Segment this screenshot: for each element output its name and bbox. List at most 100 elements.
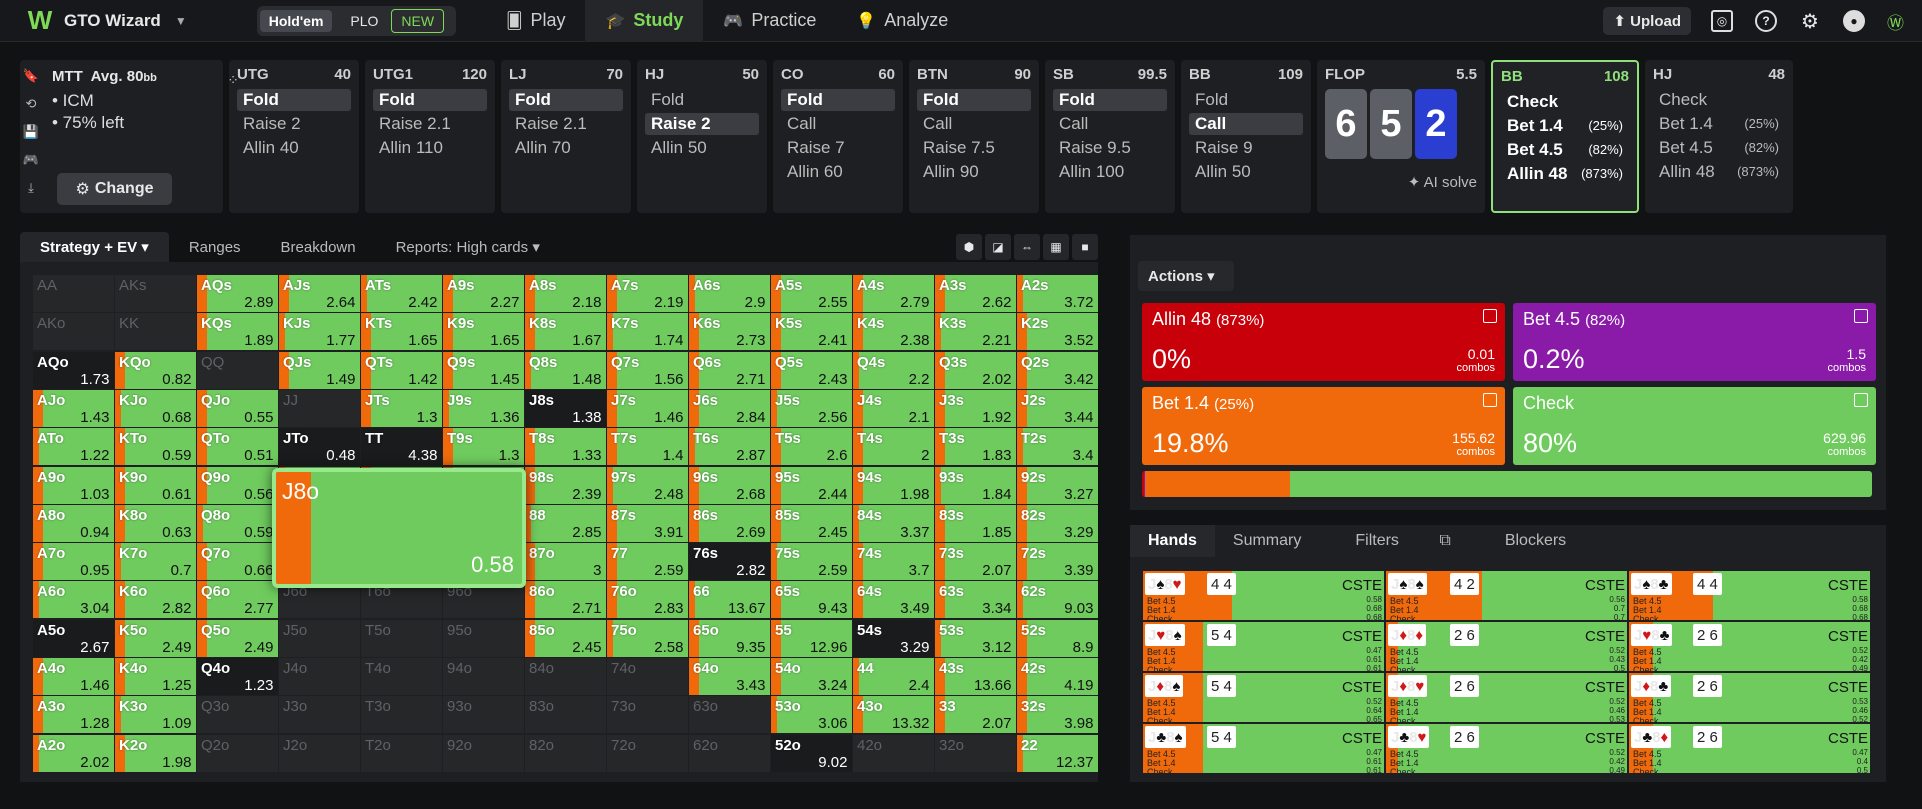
hand-cell[interactable]: 2.39 98s — [525, 466, 606, 504]
hand-cell[interactable]: 2.19 A7s — [607, 275, 688, 312]
hand-combo-cell[interactable]: J ♦ 8 ♣ 2 6 CSTE Bet 4.5 Bet 1.4 Check 0.53 0.46 0.… — [1629, 673, 1870, 722]
hand-cell[interactable]: 2.43 Q5s — [771, 351, 852, 389]
hand-cell[interactable]: Q2o — [197, 734, 278, 772]
position-action[interactable]: Call — [1189, 113, 1303, 135]
position-action[interactable]: Fold — [1053, 89, 1167, 111]
hand-combo-cell[interactable]: J ♦ 8 ♠ 5 4 CSTE Bet 4.5 Bet 1.4 Check 0.52 0.64 0.… — [1143, 673, 1384, 722]
hand-cell[interactable]: 2.2 Q4s — [853, 351, 934, 389]
flop-card[interactable]: FLOP 5.5 6 5 2 ✦ AI solve — [1317, 60, 1485, 213]
position-card-lj[interactable]: LJ 70 Fold Raise 2.1 Allin 70 — [501, 60, 631, 213]
hand-cell[interactable]: 1.98 94s — [853, 466, 934, 504]
hand-cell[interactable]: 1.92 J3s — [935, 389, 1016, 427]
hand-cell[interactable]: 1.22 ATo — [33, 428, 114, 466]
hand-cell[interactable]: 3.91 87s — [607, 504, 688, 542]
hand-cell[interactable]: 1.85 83s — [935, 504, 1016, 542]
hand-combo-cell[interactable]: J ♣ 8 ♥ 2 6 CSTE Bet 4.5 Bet 1.4 Check 0.52 0.42 0.… — [1386, 724, 1627, 773]
street-action[interactable]: Bet 4.5 (82%) — [1653, 137, 1785, 159]
street-action[interactable]: Check — [1501, 91, 1629, 113]
hand-cell[interactable]: 0.59 Q8o — [197, 504, 278, 542]
hand-cell[interactable]: 72o — [607, 734, 688, 772]
hand-cell[interactable]: 2.21 K3s — [935, 313, 1016, 351]
details-icon[interactable] — [1854, 393, 1868, 407]
hand-cell[interactable]: 13.67 66 — [689, 581, 770, 619]
hand-cell[interactable]: 1.28 A3o — [33, 696, 114, 734]
hand-cell[interactable]: 2.71 86o — [525, 581, 606, 619]
hand-cell[interactable]: 1.46 A4o — [33, 658, 114, 695]
hand-combo-cell[interactable]: J ♣ 8 ♠ 5 4 CSTE Bet 4.5 Bet 1.4 Check 0.47 0.61 0.… — [1143, 724, 1384, 773]
hand-cell[interactable]: 2.49 Q5o — [197, 619, 278, 657]
street-action[interactable]: Bet 1.4 (25%) — [1653, 113, 1785, 135]
position-action[interactable]: Raise 7 — [781, 137, 895, 159]
hand-cell[interactable]: 3.27 92s — [1017, 466, 1098, 504]
hand-combo-cell[interactable]: J ♣ 8 ♦ 2 6 CSTE Bet 4.5 Bet 1.4 Check 0.47 0.4 0.5 — [1629, 724, 1870, 773]
hand-cell[interactable]: 3.12 53s — [935, 619, 1016, 657]
details-icon[interactable] — [1483, 309, 1497, 323]
hand-cell[interactable]: 2.64 AJs — [279, 275, 360, 312]
hand-cell[interactable]: 9.02 52o — [771, 734, 852, 772]
hand-cell[interactable]: 2.18 A8s — [525, 275, 606, 312]
cube-icon[interactable]: ⬢ — [956, 234, 982, 260]
hand-cell[interactable]: 0.48 JTo — [279, 428, 360, 466]
position-action[interactable]: Call — [781, 113, 895, 135]
hand-combo-cell[interactable]: J ♠ 8 ♣ 4 4 CSTE Bet 4.5 Bet 1.4 Check 0.58 0.68 0.… — [1629, 571, 1870, 620]
hand-cell[interactable]: 2.41 K5s — [771, 313, 852, 351]
position-action[interactable]: Allin 100 — [1053, 161, 1167, 183]
hand-combo-cell[interactable]: J ♥ 8 ♣ 2 6 CSTE Bet 4.5 Bet 1.4 Check 0.52 0.42 0.… — [1629, 622, 1870, 671]
plo-toggle[interactable]: PLO NEW — [332, 8, 453, 33]
tab-reports[interactable]: Reports: High cards ▾ — [376, 232, 560, 262]
position-action[interactable]: Allin 110 — [373, 137, 487, 159]
hj-card[interactable]: HJ 48 Check Bet 1.4 (25%) Bet 4.5 (82%) Allin … — [1645, 60, 1793, 213]
position-action[interactable]: Raise 7.5 — [917, 137, 1031, 159]
hand-cell[interactable]: 0.66 Q7o — [197, 543, 278, 581]
action-box-bet-1-4[interactable]: Bet 1.4 (25%) 19.8% 155.62 combos — [1142, 387, 1505, 465]
hand-cell[interactable]: 92o — [443, 734, 524, 772]
hand-cell[interactable]: 0.55 QJo — [197, 389, 278, 427]
save-icon[interactable]: 💾 — [23, 124, 39, 140]
hand-cell[interactable]: 3.98 32s — [1017, 696, 1098, 734]
position-action[interactable]: Fold — [237, 89, 351, 111]
hand-cell[interactable]: 82o — [525, 734, 606, 772]
tab-blockers[interactable]: Blockers — [1487, 525, 1584, 557]
hand-cell[interactable]: J4o — [279, 658, 360, 695]
position-action[interactable]: Allin 70 — [509, 137, 623, 159]
hand-cell[interactable]: 1.4 T7s — [607, 428, 688, 466]
hand-cell[interactable]: 0.51 QTo — [197, 428, 278, 466]
hand-cell[interactable]: 2.82 K6o — [115, 581, 196, 619]
hand-cell[interactable]: 0.63 K8o — [115, 504, 196, 542]
hand-cell[interactable]: 2.07 33 — [935, 696, 1016, 734]
hand-cell[interactable]: T2o — [361, 734, 442, 772]
hand-cell[interactable]: 3.06 53o — [771, 696, 852, 734]
holdem-toggle[interactable]: Hold'em — [259, 9, 333, 32]
hand-cell[interactable]: 63o — [689, 696, 770, 734]
help-icon[interactable]: ? — [1755, 10, 1777, 32]
position-card-hj[interactable]: HJ 50 Fold Raise 2 Allin 50 — [637, 60, 767, 213]
hand-cell[interactable]: 2.45 85o — [525, 619, 606, 657]
hand-cell[interactable]: 2.87 T6s — [689, 428, 770, 466]
hand-cell[interactable]: 2.02 A2o — [33, 734, 114, 772]
hand-cell[interactable]: 3.7 74s — [853, 543, 934, 581]
hand-cell[interactable]: 2.6 T5s — [771, 428, 852, 466]
user-icon[interactable]: ● — [1843, 10, 1865, 32]
nav-practice[interactable]: 🎮 Practice — [703, 0, 836, 42]
hand-cell[interactable]: 0.7 K7o — [115, 543, 196, 581]
hand-combo-cell[interactable]: J ♦ 8 ♥ 2 6 CSTE Bet 4.5 Bet 1.4 Check 0.52 0.46 0.… — [1386, 673, 1627, 722]
contrast-icon[interactable]: ◪ — [985, 234, 1011, 260]
hand-cell[interactable]: 2.85 88 — [525, 504, 606, 542]
position-action[interactable]: Call — [1053, 113, 1167, 135]
chevron-down-icon[interactable]: ▼ — [175, 14, 187, 28]
hand-cell[interactable]: 2.44 95s — [771, 466, 852, 504]
hand-cell[interactable]: 2.83 76o — [607, 581, 688, 619]
hand-cell[interactable]: 1.65 KTs — [361, 313, 442, 351]
hand-cell[interactable]: 2.89 AQs — [197, 275, 278, 312]
hand-cell[interactable]: 3.72 A2s — [1017, 275, 1098, 312]
hand-cell[interactable]: 0.95 A7o — [33, 543, 114, 581]
hand-cell[interactable]: J5o — [279, 619, 360, 657]
hand-cell[interactable]: 1.48 Q8s — [525, 351, 606, 389]
hand-cell[interactable]: 2.27 A9s — [443, 275, 524, 312]
street-action[interactable]: Bet 1.4 (25%) — [1501, 115, 1629, 137]
tab-summary[interactable]: Summary — [1215, 525, 1319, 557]
hand-cell[interactable]: 2.02 Q3s — [935, 351, 1016, 389]
hand-cell[interactable]: 1.56 Q7s — [607, 351, 688, 389]
hand-cell[interactable]: 2.07 73s — [935, 543, 1016, 581]
hand-cell[interactable]: 0.59 KTo — [115, 428, 196, 466]
